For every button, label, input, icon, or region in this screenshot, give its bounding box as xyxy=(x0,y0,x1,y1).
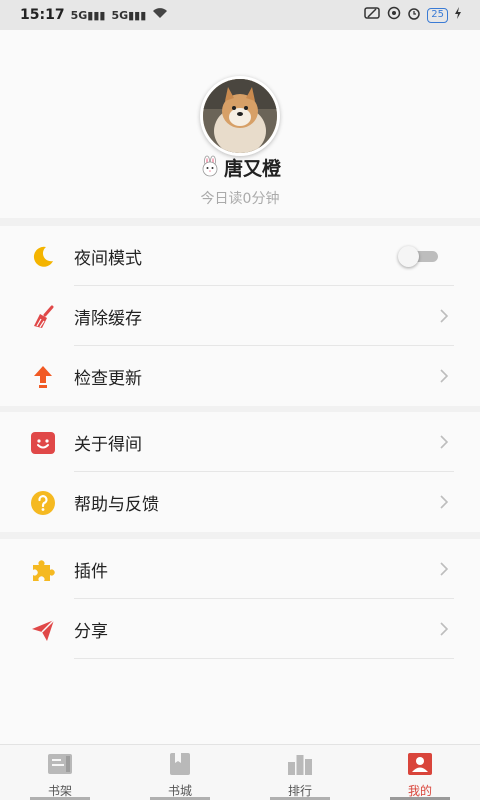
at-icon xyxy=(387,6,401,24)
check-update-label: 检查更新 xyxy=(74,368,142,389)
clear-cache-label: 清除缓存 xyxy=(74,308,142,329)
avatar[interactable] xyxy=(200,76,280,156)
plugins-label: 插件 xyxy=(74,561,108,582)
nfc-icon xyxy=(363,6,381,24)
alarm-icon xyxy=(407,6,421,24)
chevron-right-icon xyxy=(434,306,454,326)
check-update-row[interactable]: 检查更新 xyxy=(0,346,480,406)
wifi-icon xyxy=(152,7,168,23)
chevron-right-icon xyxy=(434,492,454,512)
chevron-right-icon xyxy=(434,559,454,579)
tab-ranking[interactable]: 排行 xyxy=(240,745,360,800)
help-feedback-row[interactable]: 帮助与反馈 xyxy=(0,472,480,532)
chevron-right-icon xyxy=(434,432,454,452)
broom-icon xyxy=(30,304,56,330)
signal-label-1: 5G xyxy=(70,8,88,22)
profile-header: 唐又橙 今日读0分钟 xyxy=(0,30,480,218)
about-label: 关于得间 xyxy=(74,434,142,455)
chevron-right-icon xyxy=(434,366,454,386)
bottom-tab-bar: 书架 书城 排行 我的 xyxy=(0,744,480,800)
signal-label-2: 5G xyxy=(111,8,129,22)
profile-icon xyxy=(406,752,434,780)
reading-time: 今日读0分钟 xyxy=(200,191,280,207)
about-row[interactable]: 关于得间 xyxy=(0,412,480,472)
share-row[interactable]: 分享 xyxy=(0,599,480,659)
signal-icon-2: 5G▮▮▮ xyxy=(111,8,147,22)
signal-icon: 5G▮▮▮ xyxy=(70,8,106,22)
smile-box-icon xyxy=(30,430,56,456)
username: 唐又橙 xyxy=(223,158,281,180)
paper-plane-icon xyxy=(30,617,56,643)
battery-icon: 25 xyxy=(427,7,448,23)
tab-bookshelf[interactable]: 书架 xyxy=(0,745,120,800)
moon-icon xyxy=(30,244,56,270)
settings-section: 夜间模式 清除缓存 检查更新 xyxy=(0,226,480,406)
help-feedback-label: 帮助与反馈 xyxy=(74,494,159,515)
info-section: 关于得间 帮助与反馈 xyxy=(0,412,480,532)
share-label: 分享 xyxy=(74,621,108,642)
username-row: 唐又橙 xyxy=(0,154,480,181)
status-time: 15:17 xyxy=(20,7,65,23)
tab-bookstore[interactable]: 书城 xyxy=(120,745,240,800)
night-mode-row[interactable]: 夜间模式 xyxy=(0,226,480,286)
rabbit-icon xyxy=(199,155,221,181)
book-icon xyxy=(166,752,194,780)
battery-level: 25 xyxy=(431,9,444,20)
status-bar: 15:17 5G▮▮▮ 5G▮▮▮ 25 xyxy=(0,0,480,30)
extras-section: 插件 分享 xyxy=(0,539,480,659)
ranking-icon xyxy=(286,752,314,780)
night-mode-label: 夜间模式 xyxy=(74,248,142,269)
charging-icon xyxy=(454,7,462,23)
night-mode-toggle[interactable] xyxy=(398,246,438,267)
bookshelf-icon xyxy=(46,752,74,780)
question-icon xyxy=(30,490,56,516)
clear-cache-row[interactable]: 清除缓存 xyxy=(0,286,480,346)
tab-mine[interactable]: 我的 xyxy=(360,745,480,800)
empty-area xyxy=(0,659,480,744)
chevron-right-icon xyxy=(434,619,454,639)
plugins-row[interactable]: 插件 xyxy=(0,539,480,599)
upload-arrow-icon xyxy=(30,364,56,390)
puzzle-icon xyxy=(30,557,56,583)
